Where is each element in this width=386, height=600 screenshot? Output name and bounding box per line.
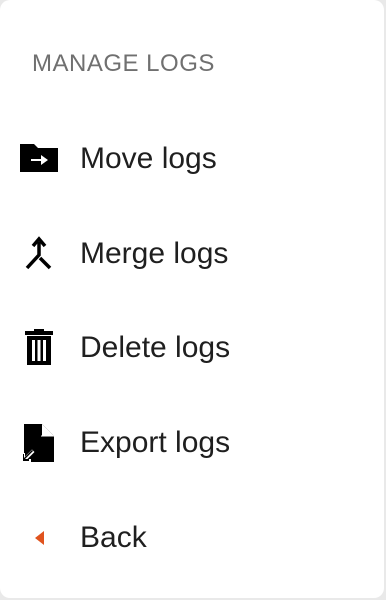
back-label: Back bbox=[80, 521, 147, 554]
delete-logs-item[interactable]: Delete logs bbox=[0, 316, 384, 380]
back-item[interactable]: Back bbox=[0, 506, 384, 570]
file-export-icon bbox=[19, 423, 59, 463]
export-logs-item[interactable]: Export logs bbox=[0, 411, 384, 475]
merge-icon bbox=[19, 234, 59, 274]
menu-title: MANAGE LOGS bbox=[32, 50, 215, 77]
delete-logs-label: Delete logs bbox=[80, 331, 231, 364]
trash-icon bbox=[19, 328, 59, 368]
merge-logs-label: Merge logs bbox=[80, 237, 229, 270]
folder-arrow-icon bbox=[19, 139, 59, 179]
move-logs-label: Move logs bbox=[80, 142, 217, 175]
merge-logs-item[interactable]: Merge logs bbox=[0, 222, 384, 286]
manage-logs-menu: MANAGE LOGS Move logs Merge logs Delete … bbox=[0, 0, 384, 598]
move-logs-item[interactable]: Move logs bbox=[0, 127, 384, 191]
export-logs-label: Export logs bbox=[80, 426, 231, 459]
back-caret-icon bbox=[19, 518, 59, 558]
